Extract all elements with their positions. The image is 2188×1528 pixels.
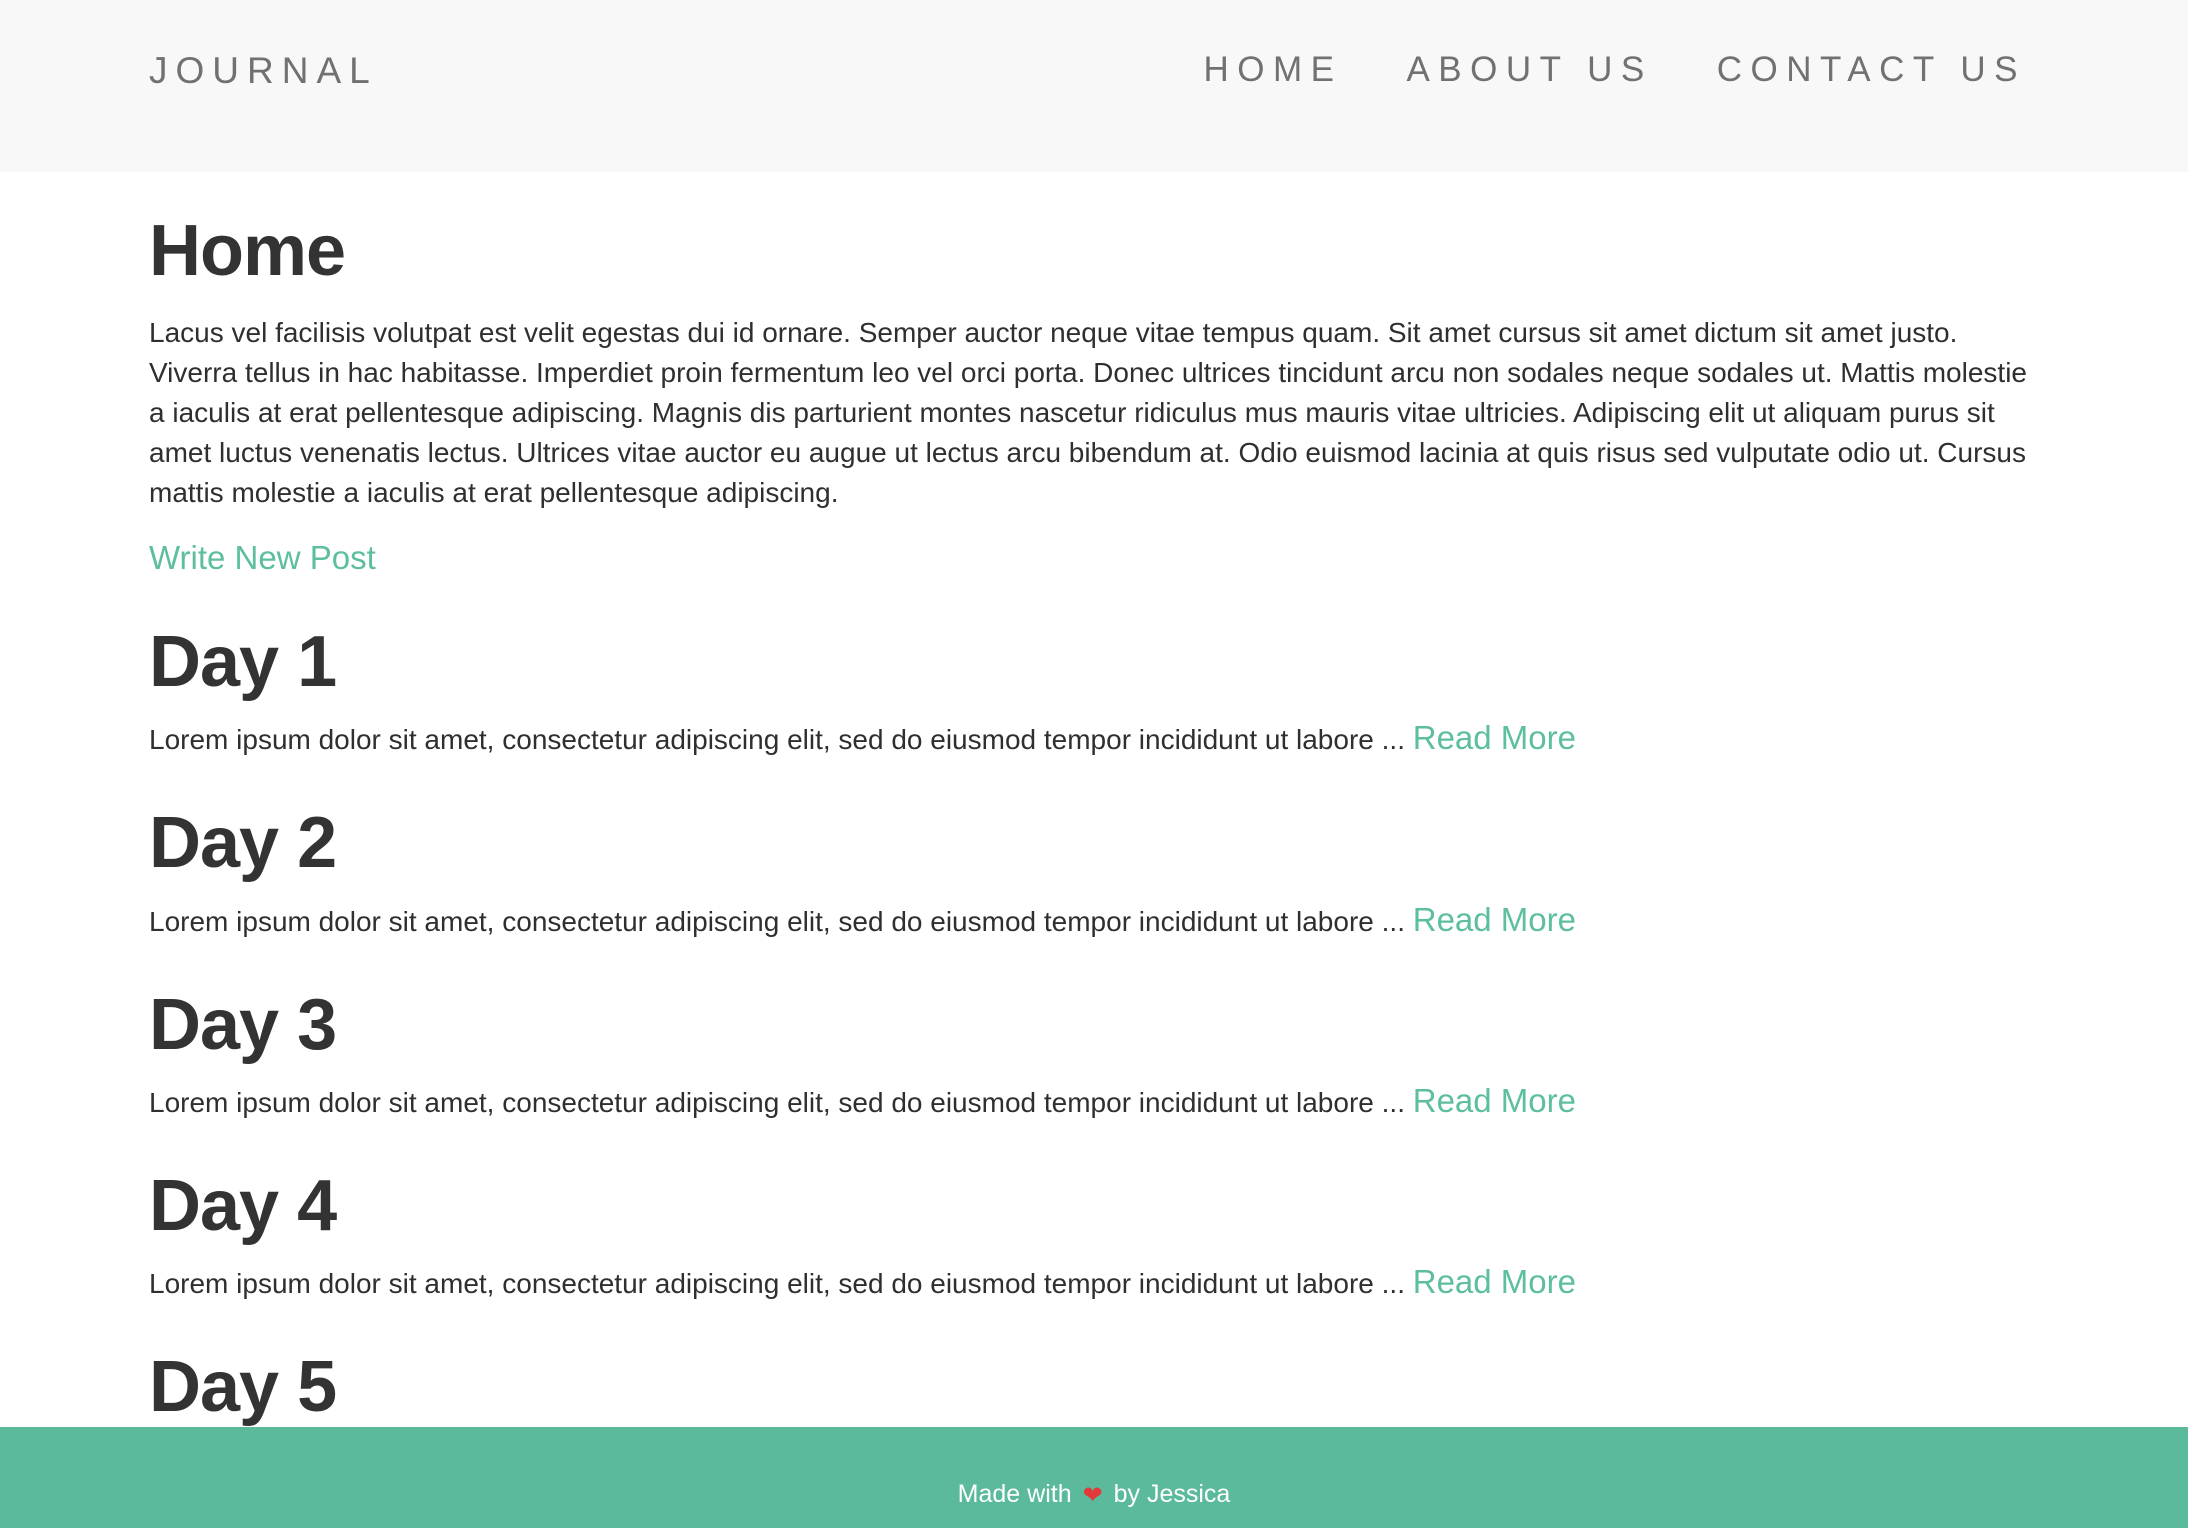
read-more-link[interactable]: Read More xyxy=(1413,1082,1576,1119)
footer-text-before: Made with xyxy=(957,1480,1072,1508)
post-excerpt: Lorem ipsum dolor sit amet, consectetur … xyxy=(149,1262,2029,1304)
post-item: Day 2 Lorem ipsum dolor sit amet, consec… xyxy=(149,804,2029,941)
page: JOURNAL HOME ABOUT US CONTACT US Home La… xyxy=(0,0,2188,1528)
footer-text-after: by Jessica xyxy=(1113,1480,1231,1508)
post-title: Day 1 xyxy=(149,622,337,703)
read-more-link[interactable]: Read More xyxy=(1413,1263,1576,1300)
post-excerpt-text: Lorem ipsum dolor sit amet, consectetur … xyxy=(149,1267,1405,1299)
post-excerpt-text: Lorem ipsum dolor sit amet, consectetur … xyxy=(149,905,1405,937)
post-title: Day 2 xyxy=(149,803,337,884)
nav-contact-link[interactable]: CONTACT US xyxy=(1717,50,2026,90)
intro-paragraph: Lacus vel facilisis volutpat est velit e… xyxy=(149,317,2027,509)
heart-icon: ❤ xyxy=(1082,1481,1103,1510)
main-nav: HOME ABOUT US CONTACT US xyxy=(1203,50,2026,90)
post-title: Day 5 xyxy=(149,1346,337,1427)
post-item: Day 1 Lorem ipsum dolor sit amet, consec… xyxy=(149,622,2029,760)
footer-credit: Made with ❤ by Jessica xyxy=(0,1480,2188,1510)
post-item: Day 3 Lorem ipsum dolor sit amet, consec… xyxy=(149,984,2029,1123)
post-excerpt-text: Lorem ipsum dolor sit amet, consectetur … xyxy=(149,724,1405,756)
post-item: Day 5 xyxy=(149,1346,2029,1427)
main-content: Home Lacus vel facilisis volutpat est ve… xyxy=(149,172,2029,1427)
read-more-link[interactable]: Read More xyxy=(1413,901,1576,938)
nav-home-link[interactable]: HOME xyxy=(1203,50,1342,90)
post-excerpt-text: Lorem ipsum dolor sit amet, consectetur … xyxy=(149,1086,1405,1118)
post-item: Day 4 Lorem ipsum dolor sit amet, consec… xyxy=(149,1165,2029,1304)
nav-about-link[interactable]: ABOUT US xyxy=(1406,50,1652,90)
post-excerpt: Lorem ipsum dolor sit amet, consectetur … xyxy=(149,718,2029,760)
write-new-post-link[interactable]: Write New Post xyxy=(149,539,376,577)
read-more-link[interactable]: Read More xyxy=(1413,719,1576,756)
post-excerpt: Lorem ipsum dolor sit amet, consectetur … xyxy=(149,1081,2029,1123)
brand-logo-link[interactable]: JOURNAL xyxy=(149,50,378,92)
post-title: Day 3 xyxy=(149,984,337,1065)
post-title: Day 4 xyxy=(149,1165,337,1246)
post-excerpt: Lorem ipsum dolor sit amet, consectetur … xyxy=(149,900,2029,942)
site-footer: Made with ❤ by Jessica xyxy=(0,1427,2188,1528)
site-header: JOURNAL HOME ABOUT US CONTACT US xyxy=(0,0,2188,172)
page-title: Home xyxy=(149,211,346,291)
